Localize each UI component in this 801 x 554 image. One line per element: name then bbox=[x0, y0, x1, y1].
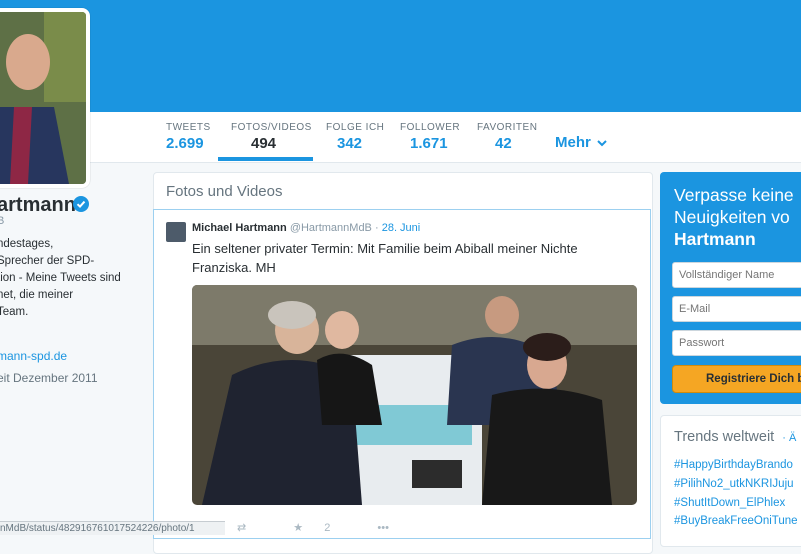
signup-title-name: Hartmann bbox=[674, 229, 756, 249]
tab-following-count: 342 bbox=[337, 135, 363, 152]
chevron-down-icon bbox=[597, 140, 607, 147]
tweet-photo-image bbox=[192, 285, 637, 505]
tweet-text: Ein seltener privater Termin: Mit Famili… bbox=[192, 241, 578, 275]
panel-title: Fotos und Videos bbox=[166, 183, 283, 200]
profile-website-link[interactable]: mann-spd.de bbox=[0, 349, 67, 363]
profile-bio: ndestages, Sprecher der SPD- tion - Mein… bbox=[0, 238, 121, 318]
full-name-input[interactable] bbox=[672, 262, 801, 288]
tweet-actions: ⇄ ★ 2 ••• bbox=[237, 521, 407, 534]
trend-item[interactable]: #BuyBreakFreeOniTune bbox=[674, 515, 798, 527]
tweet-date[interactable]: 28. Juni bbox=[382, 222, 421, 234]
tab-favorites-label: FAVORITEN bbox=[477, 122, 538, 133]
tweet-photo[interactable] bbox=[192, 285, 637, 505]
browser-status-url: nMdB/status/482916761017524226/photo/1 bbox=[0, 521, 225, 535]
tab-following-label: FOLGE ICH bbox=[326, 122, 385, 133]
profile-avatar[interactable] bbox=[0, 8, 90, 188]
more-menu-label: Mehr bbox=[555, 134, 591, 151]
tab-photos-videos-label: FOTOS/VIDEOS bbox=[231, 122, 312, 133]
tab-favorites-count: 42 bbox=[495, 135, 512, 152]
trends-header: Trends weltweit · Ä bbox=[674, 429, 796, 445]
tab-photos-videos[interactable]: FOTOS/VIDEOS 494 bbox=[231, 122, 312, 152]
tab-favorites[interactable]: FAVORITEN 42 bbox=[477, 122, 537, 152]
tab-followers[interactable]: FOLLOWER 1.671 bbox=[400, 122, 460, 152]
tab-tweets-count: 2.699 bbox=[166, 135, 204, 152]
active-tab-indicator bbox=[218, 157, 313, 161]
tab-followers-count: 1.671 bbox=[410, 135, 448, 152]
signup-title: Verpasse keine Neuigkeiten vo Hartmann bbox=[674, 184, 801, 250]
profile-name: artmann bbox=[0, 194, 76, 216]
tweet-author-handle[interactable]: @HartmannMdB bbox=[290, 222, 372, 234]
favorite-count: 2 bbox=[324, 522, 331, 534]
trend-item[interactable]: #PilihNo2_utkNKRIJuju bbox=[674, 478, 794, 490]
signup-title-line1: Verpasse keine bbox=[674, 185, 794, 205]
profile-handle: B bbox=[0, 215, 5, 227]
tweet-author-avatar[interactable] bbox=[166, 222, 186, 242]
trend-item[interactable]: #HappyBirthdayBrando bbox=[674, 459, 793, 471]
password-input[interactable] bbox=[672, 330, 801, 356]
tab-followers-label: FOLLOWER bbox=[400, 122, 461, 133]
tab-following[interactable]: FOLGE ICH 342 bbox=[326, 122, 384, 152]
tweet-header: Michael Hartmann @HartmannMdB · 28. Juni bbox=[192, 222, 420, 234]
verified-badge-icon bbox=[73, 196, 89, 212]
tweet-meta-separator: · bbox=[374, 222, 379, 234]
star-icon: ★ bbox=[293, 522, 304, 534]
tab-photos-videos-count: 494 bbox=[251, 135, 277, 152]
favorite-action[interactable]: ★ 2 bbox=[293, 522, 351, 534]
tweet-author-name[interactable]: Michael Hartmann bbox=[192, 222, 287, 234]
trend-item[interactable]: #ShutItDown_ElPhlex bbox=[674, 497, 785, 509]
tab-tweets-label: TWEETS bbox=[166, 122, 211, 133]
profile-joined-date: eit Dezember 2011 bbox=[0, 371, 98, 385]
more-actions-icon[interactable]: ••• bbox=[377, 522, 389, 534]
trends-change-link[interactable]: · Ä bbox=[782, 432, 796, 444]
tab-tweets[interactable]: TWEETS 2.699 bbox=[166, 122, 211, 152]
avatar-photo bbox=[0, 12, 86, 184]
email-input[interactable] bbox=[672, 296, 801, 322]
trends-title: Trends weltweit bbox=[674, 429, 775, 445]
retweet-icon[interactable]: ⇄ bbox=[237, 522, 246, 534]
register-button[interactable]: Registriere Dich b bbox=[672, 365, 801, 393]
more-menu-button[interactable]: Mehr bbox=[555, 134, 607, 151]
signup-title-line2: Neuigkeiten vo bbox=[674, 207, 790, 227]
profile-header-banner bbox=[0, 0, 801, 112]
